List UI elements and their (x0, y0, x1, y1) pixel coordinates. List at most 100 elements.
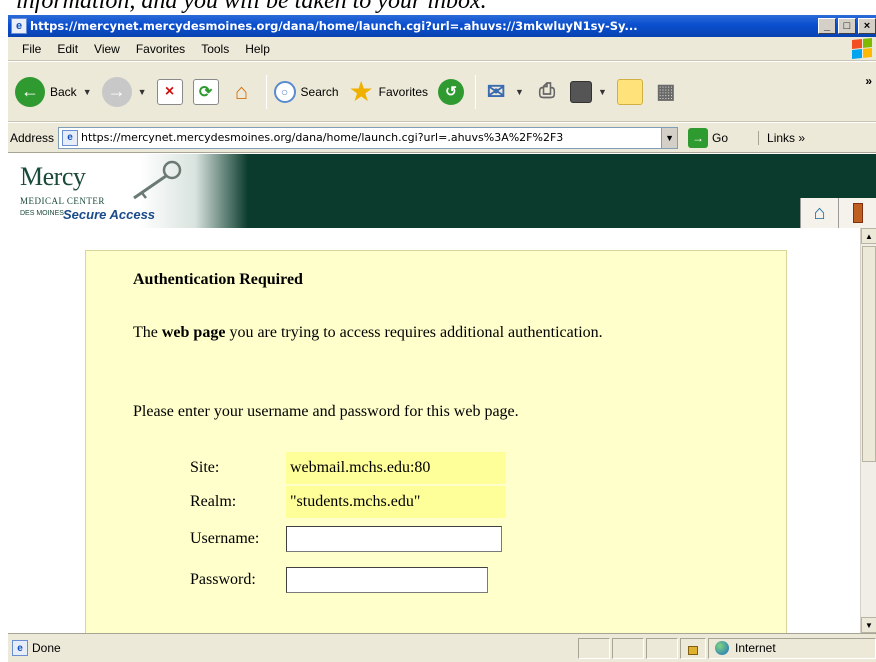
forward-dropdown-icon[interactable]: ▼ (138, 87, 147, 97)
edit-icon (569, 80, 592, 103)
minimize-button[interactable]: _ (818, 18, 836, 34)
maximize-button[interactable]: □ (838, 18, 856, 34)
site-value: webmail.mchs.edu:80 (286, 452, 506, 484)
home-button[interactable]: ⌂ (226, 72, 258, 112)
site-row: Site: webmail.mchs.edu:80 (190, 452, 506, 484)
door-icon (852, 203, 863, 223)
back-label: Back (50, 84, 77, 99)
favorites-label: Favorites (378, 84, 429, 99)
home-nav-button[interactable]: ⌂ (800, 198, 838, 228)
refresh-icon: ⟳ (192, 78, 219, 105)
authentication-panel: Authentication Required The web page you… (85, 250, 787, 633)
realm-row: Realm: "students.mchs.edu" (190, 486, 506, 518)
print-button[interactable]: ⎙ (531, 72, 563, 112)
search-button[interactable]: ○ Search (271, 72, 342, 112)
vertical-scrollbar[interactable]: ▲ ▼ (860, 228, 876, 633)
password-input[interactable] (286, 567, 488, 593)
auth-message-prefix: The (133, 324, 162, 341)
username-label: Username: (190, 530, 260, 547)
password-label: Password: (190, 571, 256, 588)
menu-edit[interactable]: Edit (49, 42, 86, 56)
ie-page-icon: e (11, 18, 27, 34)
home-icon: ⌂ (234, 78, 249, 104)
favorites-button[interactable]: ★ Favorites (346, 72, 431, 112)
research-button[interactable]: ▦ (650, 72, 682, 112)
page-icon: e (62, 129, 79, 146)
scroll-down-icon[interactable]: ▼ (861, 617, 876, 633)
status-panel (578, 637, 610, 659)
address-input[interactable]: e https://mercynet.mercydesmoines.org/da… (58, 126, 679, 149)
username-input[interactable] (286, 526, 502, 552)
key-icon (133, 160, 182, 200)
history-button[interactable]: ↺ (435, 72, 467, 112)
standard-toolbar: ← Back ▼ → ▼ × ⟳ ⌂ ○ Search ★ Favorites … (8, 62, 876, 122)
password-row: Password: (190, 567, 488, 593)
security-zone[interactable]: Internet (708, 637, 876, 659)
logo-location-text: DES MOINES (20, 210, 64, 217)
windows-logo-icon (852, 37, 872, 60)
edit-button[interactable]: ▼ (567, 72, 610, 112)
toolbar-overflow-icon[interactable]: » (865, 74, 872, 88)
auth-message-bold: web page (161, 324, 226, 341)
search-icon: ○ (273, 80, 296, 103)
status-bar: e Done Internet (8, 633, 876, 662)
back-dropdown-icon[interactable]: ▼ (83, 87, 92, 97)
signout-nav-button[interactable] (838, 198, 876, 228)
menu-help[interactable]: Help (237, 42, 278, 56)
auth-message-suffix: you are trying to access requires additi… (225, 324, 603, 341)
site-banner: Mercy MEDICAL CENTER DES MOINES Secure A… (8, 154, 876, 228)
status-page-icon: e (12, 640, 28, 656)
edit-dropdown-icon[interactable]: ▼ (598, 87, 607, 97)
forward-button[interactable]: → ▼ (99, 72, 150, 112)
back-button[interactable]: ← Back ▼ (12, 72, 95, 112)
username-row: Username: (190, 526, 502, 552)
menu-favorites[interactable]: Favorites (128, 42, 193, 56)
address-dropdown-icon[interactable]: ▼ (661, 127, 678, 148)
menu-view[interactable]: View (86, 42, 128, 56)
close-button[interactable]: × (858, 18, 876, 34)
go-button[interactable]: → Go (688, 127, 729, 148)
scroll-thumb[interactable] (862, 246, 876, 462)
mail-icon: ✉ (486, 78, 506, 104)
stop-button[interactable]: × (154, 72, 186, 112)
mercy-logo: Mercy MEDICAL CENTER DES MOINES Secure A… (8, 154, 248, 228)
auth-message: The web page you are trying to access re… (133, 321, 653, 345)
mail-dropdown-icon[interactable]: ▼ (515, 87, 524, 97)
favorites-star-icon: ★ (348, 75, 374, 107)
links-toolbar[interactable]: Links » (758, 130, 805, 145)
banner-nav: ⌂ (800, 198, 876, 228)
menubar: File Edit View Favorites Tools Help (8, 37, 876, 61)
history-icon: ↺ (438, 78, 465, 105)
go-arrow-icon: → (688, 127, 709, 148)
scroll-up-icon[interactable]: ▲ (861, 228, 876, 244)
zone-label: Internet (735, 641, 776, 655)
site-label: Site: (190, 459, 220, 476)
back-arrow-icon: ← (15, 76, 45, 107)
menu-tools[interactable]: Tools (193, 42, 237, 56)
refresh-button[interactable]: ⟳ (190, 72, 222, 112)
window-title: https://mercynet.mercydesmoines.org/dana… (30, 19, 638, 33)
search-label: Search (300, 84, 339, 99)
page-viewport: Authentication Required The web page you… (8, 228, 860, 633)
auth-prompt: Please enter your username and password … (133, 403, 519, 420)
address-url[interactable]: https://mercynet.mercydesmoines.org/dana… (81, 131, 661, 144)
logo-secure-access-text: Secure Access (63, 207, 156, 222)
address-label: Address (10, 130, 55, 145)
logo-mercy-text: Mercy (20, 162, 86, 191)
menu-file[interactable]: File (8, 42, 49, 56)
status-panel (646, 637, 678, 659)
lock-icon[interactable] (680, 637, 706, 659)
stop-icon: × (156, 78, 183, 105)
logo-medical-text: MEDICAL CENTER (20, 196, 105, 206)
window-titlebar[interactable]: e https://mercynet.mercydesmoines.org/da… (8, 15, 876, 37)
go-label: Go (712, 130, 729, 145)
address-bar: Address e https://mercynet.mercydesmoine… (8, 123, 876, 153)
auth-title: Authentication Required (133, 271, 303, 288)
research-icon: ▦ (656, 81, 676, 103)
note-icon (616, 78, 643, 105)
globe-icon (715, 641, 729, 655)
discuss-button[interactable] (614, 72, 646, 112)
realm-label: Realm: (190, 493, 237, 510)
mail-button[interactable]: ✉ ▼ (480, 72, 527, 112)
status-panel (612, 637, 644, 659)
